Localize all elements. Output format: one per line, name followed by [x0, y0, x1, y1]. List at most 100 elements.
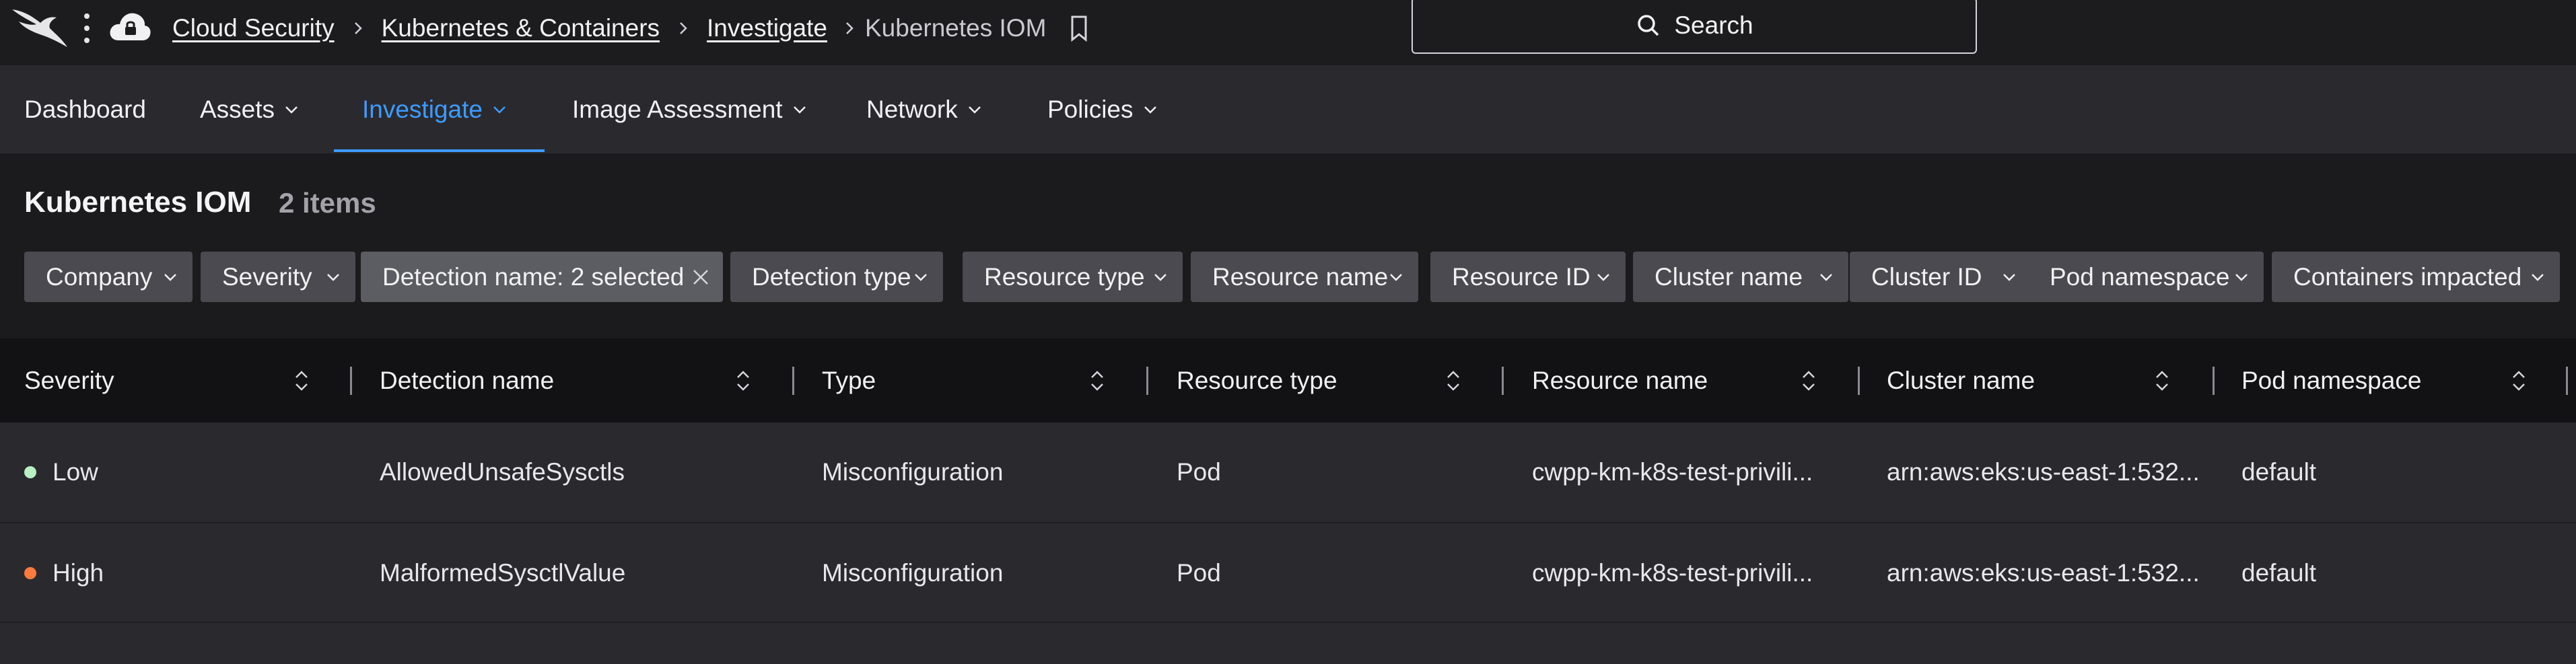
severity-low-icon: [24, 466, 36, 478]
sort-icon[interactable]: [2153, 367, 2171, 395]
resource-name-cell: cwpp-km-k8s-test-privili...: [1532, 458, 1813, 486]
search-button[interactable]: Search: [1412, 0, 1977, 54]
pod-namespace-cell: default: [2241, 458, 2317, 486]
filter-label: Detection name: 2 selected: [382, 262, 685, 291]
filter-cluster-id[interactable]: Cluster ID: [1850, 252, 2031, 302]
filter-resource-id[interactable]: Resource ID: [1430, 252, 1626, 302]
chevron-down-icon: [1154, 274, 1167, 281]
breadcrumb-kubernetes-containers[interactable]: Kubernetes & Containers: [382, 14, 660, 42]
column-divider[interactable]: [792, 367, 794, 395]
sort-icon[interactable]: [734, 367, 753, 395]
search-label: Search: [1674, 11, 1753, 39]
resource-type-cell: Pod: [1177, 458, 1221, 486]
chevron-down-icon: [1390, 274, 1402, 281]
filter-pod-namespace[interactable]: Pod namespace: [2028, 252, 2264, 302]
column-header-resource-type[interactable]: Resource type: [1177, 338, 1337, 422]
column-divider[interactable]: [1502, 367, 1504, 395]
column-header-cluster-name[interactable]: Cluster name: [1887, 338, 2035, 422]
filter-label: Containers impacted: [2293, 262, 2522, 291]
sort-icon[interactable]: [2509, 367, 2528, 395]
chevron-down-icon: [164, 274, 176, 281]
top-bar: Cloud Security Kubernetes & Containers I…: [0, 0, 2576, 65]
chevron-down-icon: [793, 106, 806, 114]
cluster-name-cell: arn:aws:eks:us-east-1:532...: [1887, 458, 2200, 486]
active-tab-indicator: [334, 149, 545, 152]
page-title: Kubernetes IOM: [24, 186, 252, 219]
nav-image-assessment[interactable]: Image Assessment: [572, 65, 807, 153]
detection-name-cell: MalformedSysctlValue: [380, 559, 626, 587]
resource-type-cell: Pod: [1177, 559, 1221, 587]
clear-filter-icon[interactable]: [691, 267, 711, 287]
falcon-logo-icon[interactable]: [9, 4, 70, 51]
breadcrumb-current: Kubernetes IOM: [864, 14, 1047, 42]
chevron-down-icon: [2235, 274, 2248, 281]
chevron-right-icon: [680, 22, 687, 34]
cloud-lock-icon: [110, 13, 151, 40]
severity-label: High: [53, 559, 104, 587]
breadcrumb-cloud-security[interactable]: Cloud Security: [172, 14, 335, 42]
severity-high-icon: [24, 567, 36, 579]
column-header-detection-name[interactable]: Detection name: [380, 338, 554, 422]
filter-label: Pod namespace: [2050, 262, 2230, 291]
column-divider[interactable]: [1146, 367, 1148, 395]
cluster-name-cell: arn:aws:eks:us-east-1:532...: [1887, 559, 2200, 587]
pod-namespace-cell: default: [2241, 559, 2317, 587]
main-nav: Dashboard Assets Investigate Image Asses…: [0, 65, 2576, 153]
chevron-down-icon: [1144, 106, 1156, 114]
filter-label: Company: [46, 262, 153, 291]
table-row[interactable]: Low AllowedUnsafeSysctls Misconfiguratio…: [0, 422, 2576, 522]
filter-company[interactable]: Company: [24, 252, 193, 302]
detection-name-cell: AllowedUnsafeSysctls: [380, 458, 625, 486]
filter-label: Resource ID: [1452, 262, 1591, 291]
column-header-severity[interactable]: Severity: [24, 338, 114, 422]
column-divider[interactable]: [2213, 367, 2215, 395]
chevron-down-icon: [285, 106, 298, 114]
chevron-right-icon: [846, 22, 854, 34]
more-menu-icon[interactable]: [81, 9, 93, 47]
nav-network-label: Network: [866, 95, 958, 123]
chevron-down-icon: [327, 274, 339, 281]
column-header-pod-namespace[interactable]: Pod namespace: [2241, 338, 2421, 422]
nav-investigate[interactable]: Investigate: [362, 65, 507, 153]
column-divider[interactable]: [1858, 367, 1860, 395]
severity-cell: High: [24, 523, 104, 623]
nav-assets[interactable]: Assets: [200, 65, 299, 153]
severity-label: Low: [53, 458, 98, 486]
column-divider[interactable]: [350, 367, 352, 395]
filter-label: Severity: [222, 262, 312, 291]
breadcrumb-investigate[interactable]: Investigate: [707, 14, 827, 42]
table-empty-area: [0, 622, 2576, 664]
filter-severity[interactable]: Severity: [201, 252, 355, 302]
column-header-resource-name[interactable]: Resource name: [1532, 338, 1708, 422]
bookmark-icon[interactable]: [1069, 15, 1089, 42]
type-cell: Misconfiguration: [822, 559, 1004, 587]
filter-detection-name[interactable]: Detection name: 2 selected: [361, 252, 723, 302]
filter-label: Detection type: [752, 262, 911, 291]
nav-policies[interactable]: Policies: [1047, 65, 1158, 153]
table-row[interactable]: High MalformedSysctlValue Misconfigurati…: [0, 522, 2576, 622]
column-header-type[interactable]: Type: [822, 338, 876, 422]
nav-network[interactable]: Network: [866, 65, 982, 153]
chevron-down-icon: [2532, 274, 2544, 281]
filter-containers-impacted[interactable]: Containers impacted: [2272, 252, 2560, 302]
nav-image-assessment-label: Image Assessment: [572, 95, 783, 123]
filter-detection-type[interactable]: Detection type: [730, 252, 943, 302]
filter-label: Resource type: [984, 262, 1145, 291]
filter-label: Resource name: [1212, 262, 1389, 291]
type-cell: Misconfiguration: [822, 458, 1004, 486]
filter-resource-type[interactable]: Resource type: [963, 252, 1183, 302]
nav-assets-label: Assets: [200, 95, 275, 123]
resource-name-cell: cwpp-km-k8s-test-privili...: [1532, 559, 1813, 587]
sort-icon[interactable]: [292, 367, 311, 395]
item-count: 2 items: [279, 187, 376, 219]
filter-cluster-name[interactable]: Cluster name: [1633, 252, 1848, 302]
chevron-down-icon: [968, 106, 981, 114]
filter-resource-name[interactable]: Resource name: [1191, 252, 1418, 302]
sort-icon[interactable]: [1799, 367, 1818, 395]
column-divider[interactable]: [2566, 367, 2568, 395]
sort-icon[interactable]: [1088, 367, 1107, 395]
chevron-down-icon: [915, 274, 927, 281]
sort-icon[interactable]: [1444, 367, 1463, 395]
nav-investigate-label: Investigate: [362, 95, 483, 123]
nav-dashboard[interactable]: Dashboard: [24, 65, 146, 153]
